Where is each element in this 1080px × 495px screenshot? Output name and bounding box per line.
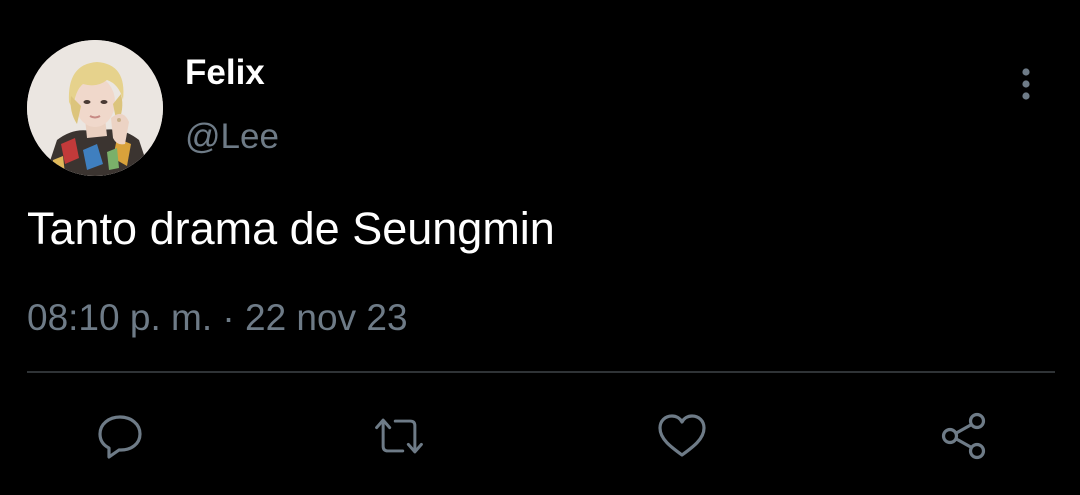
retweet-icon xyxy=(375,418,423,454)
share-button[interactable] xyxy=(936,408,992,464)
tweet-timestamp: 08:10 p. m. · 22 nov 23 xyxy=(27,296,408,340)
share-icon xyxy=(941,412,986,460)
timestamp-separator: · xyxy=(222,297,235,338)
reply-button[interactable] xyxy=(92,408,148,464)
tweet-time: 08:10 p. m. xyxy=(27,297,213,338)
avatar-photo xyxy=(27,40,163,176)
tweet-date: 22 nov 23 xyxy=(245,297,408,338)
retweet-button[interactable] xyxy=(371,408,427,464)
like-button[interactable] xyxy=(654,408,710,464)
more-options-button[interactable] xyxy=(1006,62,1046,106)
reply-icon xyxy=(98,415,142,459)
display-name[interactable]: Felix xyxy=(185,52,265,94)
more-vertical-icon xyxy=(1022,68,1030,100)
user-handle[interactable]: @Lee xyxy=(185,116,279,158)
divider xyxy=(27,371,1055,373)
heart-icon xyxy=(658,414,706,457)
avatar[interactable] xyxy=(27,40,163,176)
tweet-text: Tanto drama de Seungmin xyxy=(27,203,555,254)
